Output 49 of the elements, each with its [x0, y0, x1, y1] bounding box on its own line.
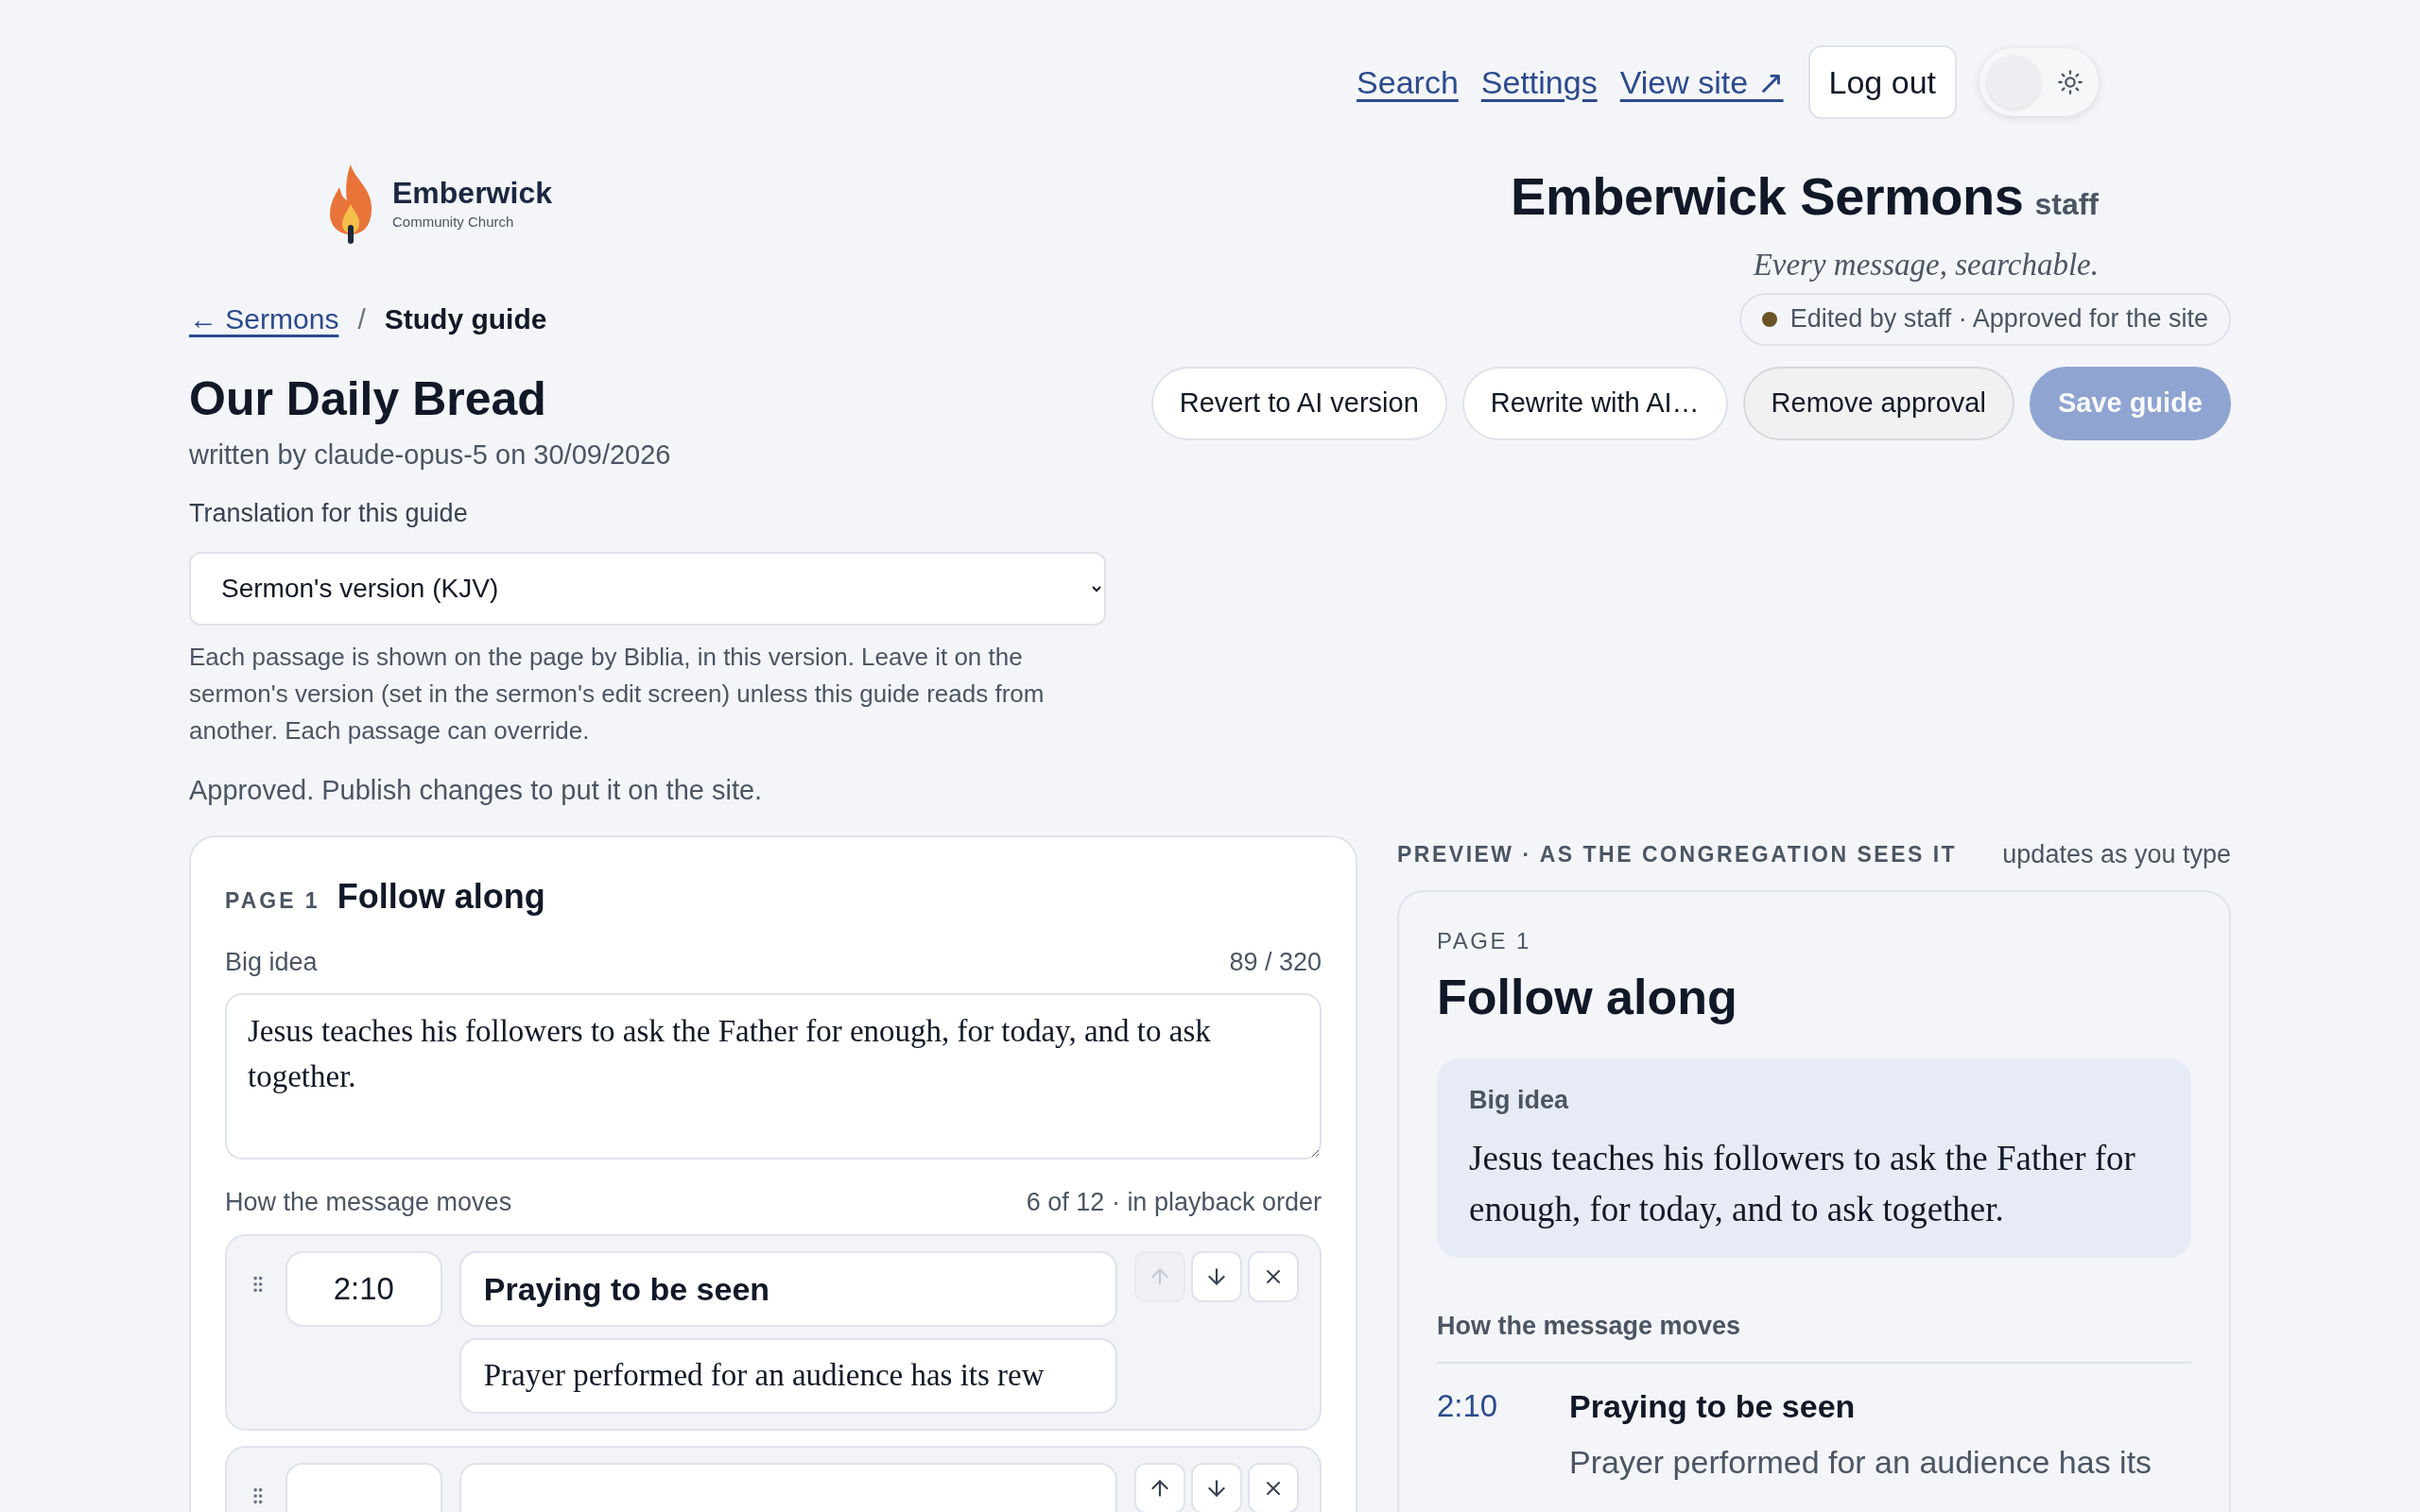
- page-title: Follow along: [337, 876, 545, 918]
- move-description: Prayer performed for an audience has its: [1569, 1443, 2152, 1482]
- brand-subtitle: Community Church: [392, 212, 515, 232]
- logout-button[interactable]: Log out: [1807, 45, 1957, 119]
- field-label: Big idea: [225, 947, 318, 978]
- help-text: Each passage is shown on the page by Biblia, in this version. Leave it on the sermon's version (set in the sermon's edit screen) unless this guide reads from another. Each passage can override.: [189, 641, 1046, 747]
- remove-button[interactable]: [1248, 1463, 1299, 1512]
- big-idea-text: Jesus teaches his followers to ask the Father for enough, for today, and to ask together.: [1469, 1137, 2136, 1230]
- big-idea-label: Big idea: [1469, 1085, 1570, 1116]
- site-tagline: Every message, searchable.: [1753, 247, 2099, 284]
- time-field[interactable]: 2:10: [285, 1251, 442, 1327]
- staff-label: staff: [2034, 186, 2099, 223]
- move-down-button[interactable]: [1191, 1251, 1242, 1302]
- translation-select[interactable]: Sermon's version (KJV): [189, 551, 1106, 626]
- site-title: Emberwick Sermons: [1511, 165, 2024, 228]
- preview-note: updates as you type: [2002, 838, 2231, 870]
- breadcrumb-current: Study guide: [384, 302, 547, 336]
- page-label: PAGE 1: [1437, 927, 1532, 955]
- move-time: 2:10: [1437, 1387, 1499, 1425]
- field-label: Translation for this guide: [189, 498, 469, 529]
- character-count: 89 / 320: [1229, 947, 1322, 978]
- nav-link[interactable]: Settings: [1480, 58, 1598, 107]
- title-field[interactable]: Praying to be seen: [458, 1251, 1117, 1327]
- moves-count: 6 of 12 · in playback order: [1026, 1186, 1322, 1218]
- remove-button[interactable]: [1248, 1251, 1299, 1302]
- section-heading: How the message moves: [1437, 1306, 2191, 1364]
- page-title: Follow along: [1437, 969, 1738, 1026]
- approval-note: Approved. Publish changes to put it on the site.: [189, 773, 764, 807]
- move-title: Praying to be seen: [1569, 1387, 1857, 1426]
- move-down-button[interactable]: [1191, 1463, 1242, 1512]
- breadcrumb-separator: /: [357, 302, 366, 336]
- move-up-button[interactable]: [1134, 1463, 1185, 1512]
- sun-icon: [2057, 69, 2083, 95]
- action-button[interactable]: Revert to AI version: [1150, 366, 1447, 440]
- preview-label: PREVIEW · AS THE CONGREGATION SEES IT: [1397, 840, 1958, 868]
- description-field[interactable]: Prayer performed for an audience has its rew: [458, 1338, 1117, 1414]
- field-label: How the message moves: [225, 1186, 512, 1218]
- brand-name: Emberwick: [392, 174, 552, 212]
- action-button[interactable]: Remove approval: [1742, 366, 2014, 440]
- action-button[interactable]: Rewrite with AI…: [1461, 366, 1728, 440]
- theme-toggle[interactable]: [1979, 48, 2099, 116]
- nav-link[interactable]: Search: [1357, 58, 1459, 107]
- nav-link[interactable]: View site ↗: [1619, 58, 1784, 107]
- big-idea-field[interactable]: Jesus teaches his followers to ask the Father for enough, for today, and to ask together.: [225, 992, 1322, 1160]
- guide-title: Our Daily Bread: [189, 370, 547, 427]
- breadcrumb-link[interactable]: ← Sermons: [189, 298, 339, 340]
- page-label: PAGE 1: [225, 887, 320, 915]
- status-text: Edited by staff · Approved for the site: [1789, 303, 2208, 335]
- guide-byline: written by claude-opus-5 on 30/09/2026: [189, 438, 671, 472]
